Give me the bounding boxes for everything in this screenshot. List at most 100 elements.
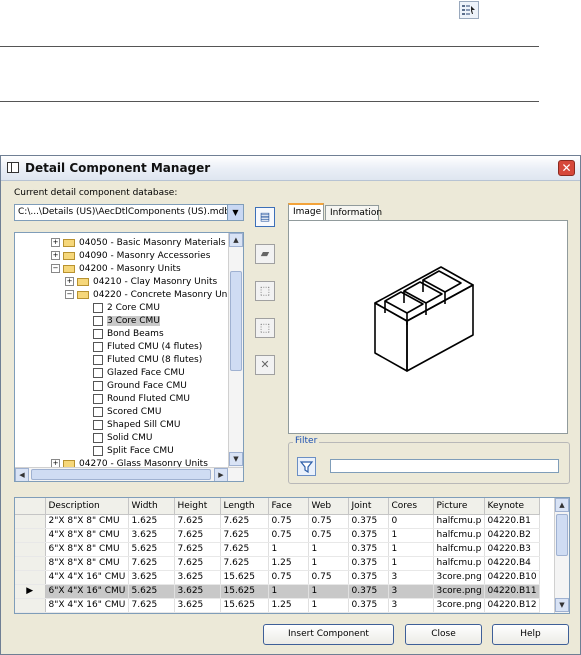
table-cell[interactable]: 7.625 xyxy=(220,528,269,543)
filter-input[interactable] xyxy=(330,459,559,473)
table-cell[interactable]: 8"X 8"X 8" CMU xyxy=(45,556,129,571)
table-cell[interactable]: 04220.B4 xyxy=(484,556,540,571)
filter-button[interactable] xyxy=(297,457,316,476)
table-cell[interactable]: 04220.B2 xyxy=(484,528,540,543)
table-cell[interactable]: 4"X 4"X 16" CMU xyxy=(45,570,129,585)
add-group-button[interactable]: ▰ xyxy=(255,244,275,264)
tree-item[interactable]: Split Face CMU xyxy=(93,445,174,458)
scroll-down-arrow-icon[interactable]: ▼ xyxy=(555,598,569,612)
tree-vertical-scrollbar[interactable]: ▲ ▼ xyxy=(228,233,243,467)
table-cell[interactable]: 3core.png xyxy=(433,570,485,585)
table-row[interactable]: 6"X 8"X 8" CMU 5.625 7.625 7.625 1 1 0.375 1 hal… xyxy=(15,542,540,557)
tab-information[interactable]: Information xyxy=(325,205,382,220)
row-indicator[interactable] xyxy=(15,528,46,543)
table-cell[interactable]: 1.25 xyxy=(268,598,309,613)
tree-item[interactable]: Round Fluted CMU xyxy=(93,393,190,406)
table-cell[interactable]: 1 xyxy=(268,584,309,599)
expand-icon[interactable]: + xyxy=(51,251,60,260)
column-header[interactable]: Description xyxy=(45,498,129,515)
table-cell[interactable]: 0.375 xyxy=(348,584,389,599)
column-header[interactable]: Height xyxy=(174,498,221,515)
database-combo[interactable]: C:\...\Details (US)\AecDtlComponents (US… xyxy=(14,204,244,221)
table-cell[interactable]: 3 xyxy=(388,570,434,585)
table-cell[interactable]: 0.375 xyxy=(348,570,389,585)
delete-button[interactable]: ✕ xyxy=(255,355,275,375)
column-header[interactable]: Keynote xyxy=(484,498,540,515)
scroll-left-arrow-icon[interactable]: ◀ xyxy=(15,468,29,481)
table-row[interactable]: 8"X 8"X 8" CMU 7.625 7.625 7.625 1.25 1 0.375 1… xyxy=(15,556,540,571)
tree-item[interactable]: Shaped Sill CMU xyxy=(93,419,180,432)
table-cell[interactable]: 1 xyxy=(388,542,434,557)
tab-image[interactable]: Image xyxy=(288,203,324,220)
expand-icon[interactable]: + xyxy=(65,277,74,286)
table-cell[interactable]: 7.625 xyxy=(128,598,175,613)
table-cell[interactable]: 0.75 xyxy=(308,528,349,543)
scroll-up-arrow-icon[interactable]: ▲ xyxy=(229,233,243,247)
table-cell[interactable]: 5.625 xyxy=(128,584,175,599)
edit-database-button[interactable]: ▤ xyxy=(255,207,275,227)
table-cell[interactable]: 0.75 xyxy=(268,528,309,543)
tree-item[interactable]: Ground Face CMU xyxy=(93,380,187,393)
table-cell[interactable]: 4"X 8"X 8" CMU xyxy=(45,528,129,543)
table-cell[interactable]: halfcmu.p xyxy=(433,542,485,557)
table-cell[interactable]: 3core.png xyxy=(433,598,485,613)
tree-item[interactable]: − 04200 - Masonry Units xyxy=(51,263,181,276)
table-cell[interactable]: 7.625 xyxy=(220,514,269,529)
table-cell[interactable]: 2"X 8"X 8" CMU xyxy=(45,514,129,529)
table-cell[interactable]: 1 xyxy=(308,598,349,613)
tree-scroll-thumb[interactable] xyxy=(230,271,242,371)
table-cell[interactable]: 6"X 8"X 8" CMU xyxy=(45,542,129,557)
table-cell[interactable]: 0.375 xyxy=(348,528,389,543)
table-cell[interactable]: 15.625 xyxy=(220,598,269,613)
scroll-right-arrow-icon[interactable]: ▶ xyxy=(214,468,228,481)
table-cell[interactable]: 0.375 xyxy=(348,514,389,529)
tree-hscroll-thumb[interactable] xyxy=(31,469,211,480)
tree-item[interactable]: Fluted CMU (4 flutes) xyxy=(93,341,202,354)
column-header[interactable]: Length xyxy=(220,498,269,515)
collapse-icon[interactable]: − xyxy=(65,290,74,299)
table-cell[interactable]: 7.625 xyxy=(128,556,175,571)
table-cell[interactable]: 04220.B12 xyxy=(484,598,540,613)
table-cell[interactable]: 7.625 xyxy=(220,542,269,557)
column-header[interactable]: Face xyxy=(268,498,309,515)
table-cell[interactable]: 1 xyxy=(308,584,349,599)
table-cell[interactable]: 3.625 xyxy=(128,528,175,543)
table-cell[interactable]: 0.75 xyxy=(308,514,349,529)
row-indicator[interactable] xyxy=(15,556,46,571)
tree-item[interactable]: Bond Beams xyxy=(93,328,164,341)
collapse-icon[interactable]: − xyxy=(51,264,60,273)
properties-icon[interactable] xyxy=(459,1,479,19)
table-scroll-thumb[interactable] xyxy=(556,514,568,556)
table-cell[interactable]: 0.75 xyxy=(308,570,349,585)
edit-component-button[interactable]: ⬚ xyxy=(255,318,275,338)
column-header[interactable]: Web xyxy=(308,498,349,515)
table-vertical-scrollbar[interactable]: ▲ ▼ xyxy=(554,498,569,613)
tree-item[interactable]: 3 Core CMU xyxy=(93,315,160,328)
column-header[interactable]: Width xyxy=(128,498,175,515)
tree-item[interactable]: Solid CMU xyxy=(93,432,152,445)
table-cell[interactable]: 6"X 4"X 16" CMU xyxy=(45,584,129,599)
table-cell[interactable]: halfcmu.p xyxy=(433,514,485,529)
table-cell[interactable]: 0.75 xyxy=(268,514,309,529)
tree-item[interactable]: 2 Core CMU xyxy=(93,302,160,315)
add-component-button[interactable]: ⬚ xyxy=(255,281,275,301)
table-cell[interactable]: 3.625 xyxy=(174,598,221,613)
table-cell[interactable]: 04220.B3 xyxy=(484,542,540,557)
table-cell[interactable]: 3 xyxy=(388,598,434,613)
table-cell[interactable]: 0.375 xyxy=(348,556,389,571)
table-cell[interactable]: 7.625 xyxy=(174,542,221,557)
table-cell[interactable]: 04220.B11 xyxy=(484,584,540,599)
table-cell[interactable]: 1 xyxy=(388,556,434,571)
table-cell[interactable]: 7.625 xyxy=(174,556,221,571)
close-button[interactable]: Close xyxy=(405,624,482,645)
tree-item[interactable]: +04210 - Clay Masonry Units xyxy=(65,276,217,289)
table-row[interactable]: ▶ 6"X 4"X 16" CMU 5.625 3.625 15.625 1 1 0.375 3… xyxy=(15,584,540,599)
table-cell[interactable]: 0 xyxy=(388,514,434,529)
table-cell[interactable]: halfcmu.p xyxy=(433,556,485,571)
table-cell[interactable]: 1.625 xyxy=(128,514,175,529)
table-cell[interactable]: 8"X 4"X 16" CMU xyxy=(45,598,129,613)
table-cell[interactable]: 7.625 xyxy=(174,528,221,543)
table-cell[interactable]: 04220.B10 xyxy=(484,570,540,585)
scroll-up-arrow-icon[interactable]: ▲ xyxy=(555,498,569,512)
chevron-down-icon[interactable]: ▼ xyxy=(227,205,243,220)
